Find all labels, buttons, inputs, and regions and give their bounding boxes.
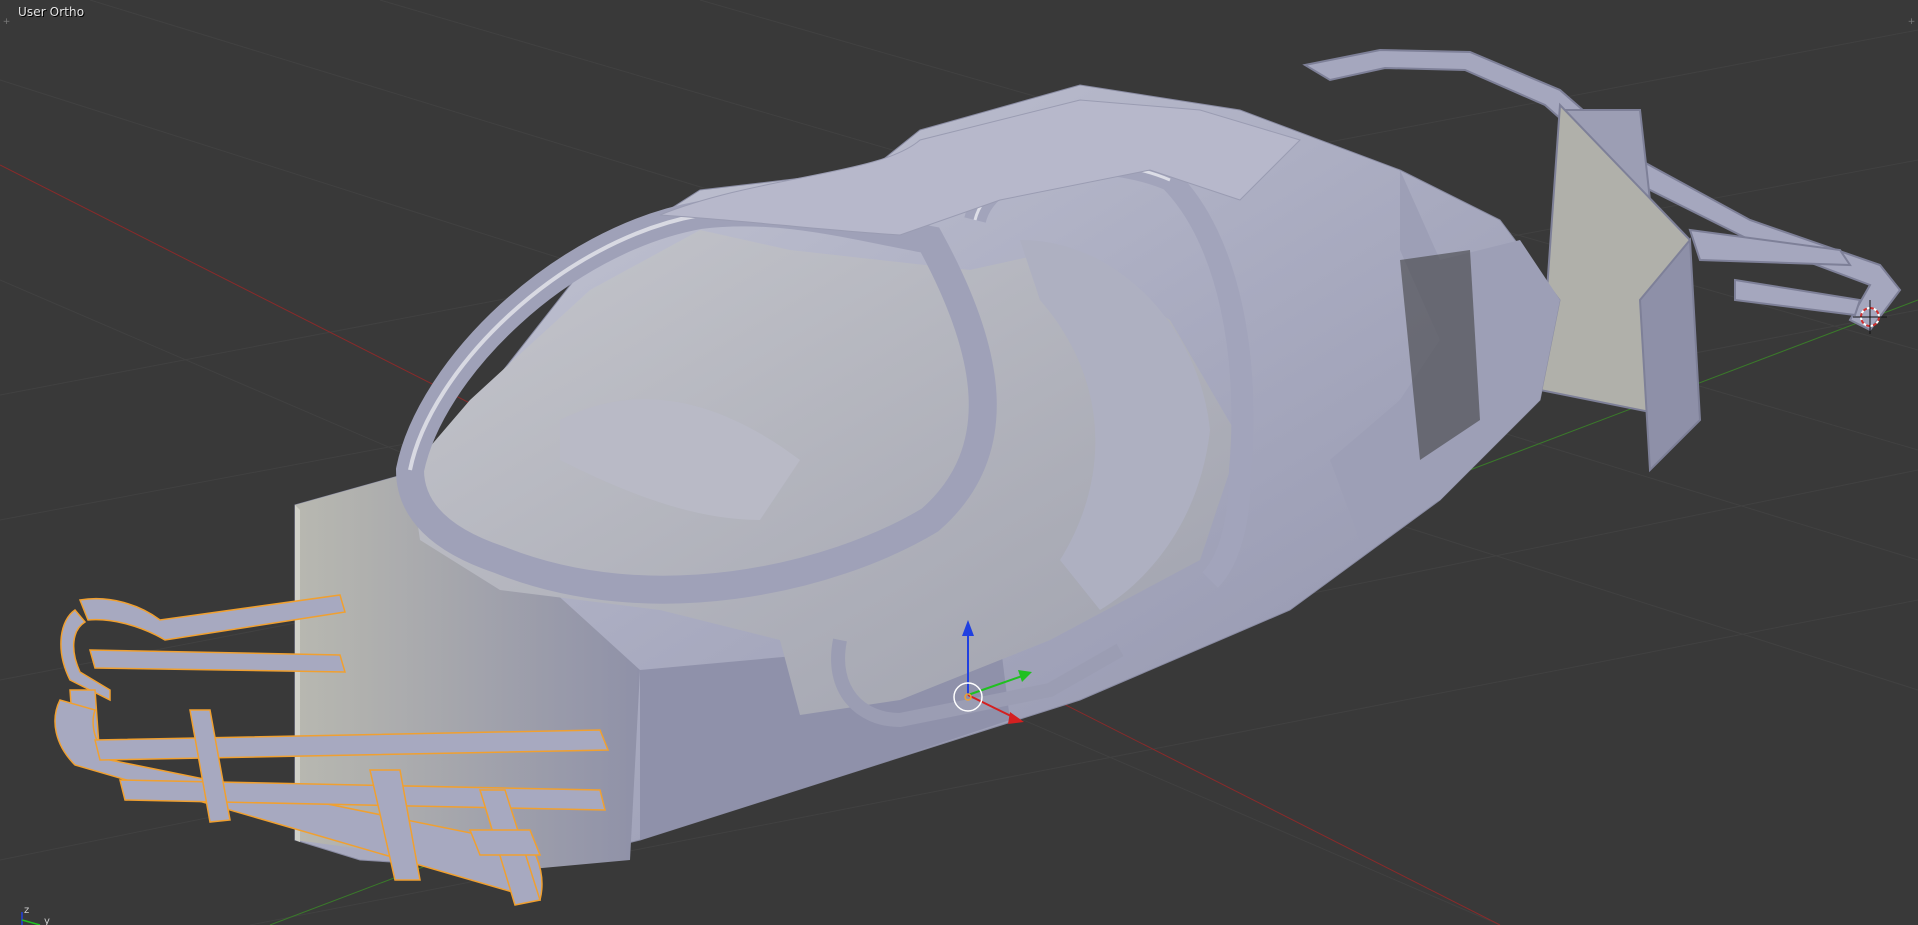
- 3d-viewport[interactable]: z y User Ortho + +: [0, 0, 1918, 925]
- split-handle-icon[interactable]: +: [2, 18, 11, 27]
- viewport-scene[interactable]: z y: [0, 0, 1918, 925]
- split-handle-icon[interactable]: +: [1907, 18, 1916, 27]
- axis-indicator: z y: [21, 905, 50, 925]
- axis-indicator-z-label: z: [24, 905, 29, 916]
- view-name-label: User Ortho: [18, 5, 85, 19]
- axis-indicator-y-label: y: [44, 916, 50, 925]
